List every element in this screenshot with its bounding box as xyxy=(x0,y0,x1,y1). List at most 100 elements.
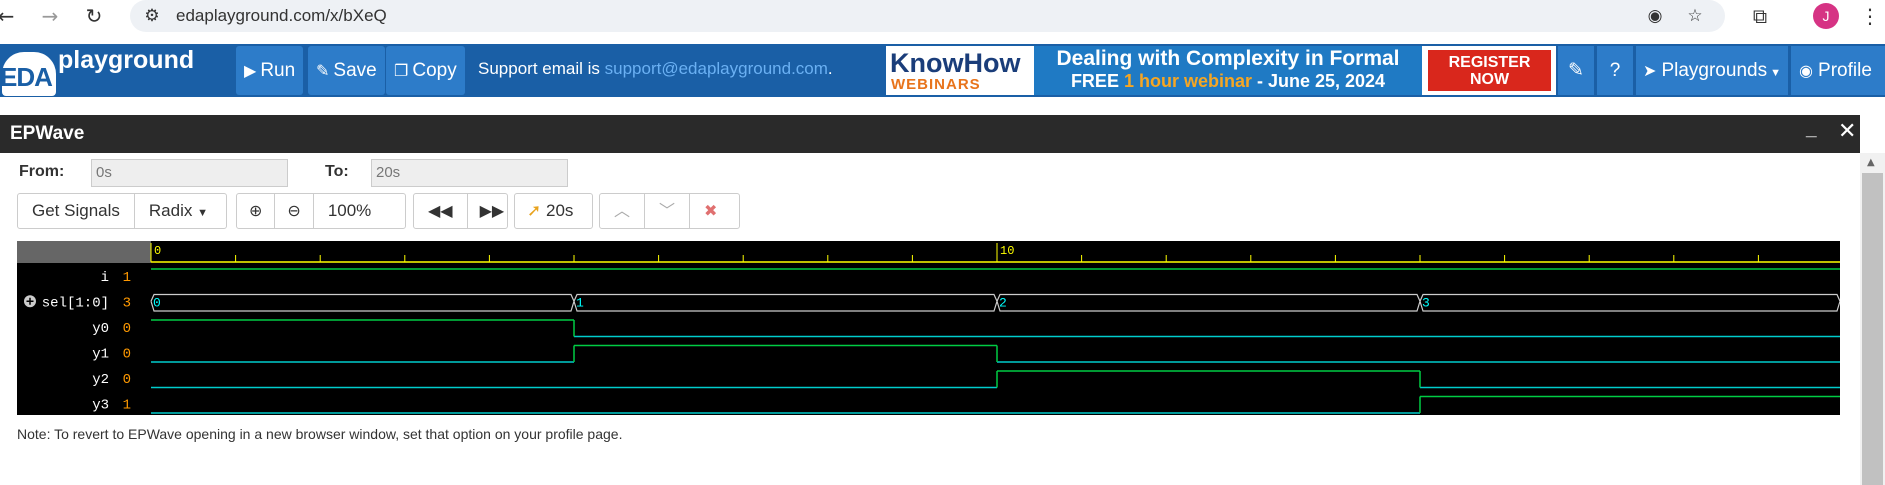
cursor-time-label: 20s xyxy=(545,201,574,220)
run-button[interactable]: ▶ Run xyxy=(236,46,304,95)
user-icon: ◉ xyxy=(1799,61,1819,80)
save-label: Save xyxy=(333,60,377,81)
zoom-group: ⊕ ⊖ 100% xyxy=(236,193,406,229)
scroll-up-icon[interactable]: ▲ xyxy=(1867,157,1875,168)
site-info-icon[interactable]: ⚙ xyxy=(142,6,162,26)
ad-line1: Dealing with Complexity in Formal xyxy=(1056,47,1400,70)
eda-logo[interactable]: EDA playground xyxy=(0,44,230,97)
help-icon[interactable]: ? xyxy=(1597,46,1633,95)
zoom-level[interactable]: 100% xyxy=(314,194,385,228)
save-button[interactable]: ✎ Save xyxy=(308,46,385,95)
signal-name: y3 xyxy=(92,397,109,413)
copy-label: Copy xyxy=(412,60,457,81)
signal-value: 0 xyxy=(123,321,131,337)
profile-dropdown[interactable]: ◉ Profile xyxy=(1791,46,1885,95)
signal-value: 0 xyxy=(123,346,131,362)
profile-label: Profile xyxy=(1818,60,1872,81)
scroll-thumb[interactable] xyxy=(1862,173,1883,485)
remove-signal-icon[interactable]: ✖ xyxy=(690,194,731,228)
ad-brand-sub: WEBINARS xyxy=(891,76,981,93)
cursor-arrow-icon: ➚ xyxy=(527,201,542,221)
playgrounds-dropdown[interactable]: ➤ Playgrounds ▼ xyxy=(1636,46,1788,95)
next-transition-icon[interactable]: ▶▶ xyxy=(468,194,517,228)
bus-value: 2 xyxy=(999,295,1007,310)
vertical-scrollbar[interactable]: ▲ xyxy=(1860,153,1885,485)
cursor-time-button[interactable]: ➚ 20s xyxy=(515,194,585,228)
ad-line2-suffix: - June 25, 2024 xyxy=(1251,71,1386,91)
back-icon[interactable]: ← xyxy=(0,4,18,28)
waveform-svg[interactable]: 0 10i 1sel[1:0] 3 0 1 2 3y0 0y1 0y2 0y3 1 xyxy=(17,241,1841,415)
eye-off-icon[interactable]: ◉ xyxy=(1645,6,1665,26)
url-text[interactable]: edaplayground.com/x/bXeQ xyxy=(176,6,387,26)
menu-kebab-icon[interactable]: ⋮ xyxy=(1858,4,1882,28)
support-suffix: . xyxy=(827,59,833,78)
ruler-label: 10 xyxy=(1000,244,1014,258)
epwave-title: EPWave xyxy=(10,123,85,144)
logo-eda-text: EDA xyxy=(0,62,53,92)
radix-label: Radix xyxy=(148,201,193,220)
run-label: Run xyxy=(260,60,296,81)
caret-down-icon: ▼ xyxy=(197,207,208,219)
bus-segment xyxy=(1419,293,1841,312)
extensions-icon[interactable]: ⧉ xyxy=(1748,4,1772,28)
from-input[interactable]: 0s xyxy=(91,159,288,187)
forward-icon[interactable]: → xyxy=(38,4,62,28)
ad-banner[interactable]: KnowHow WEBINARS Dealing with Complexity… xyxy=(886,46,1556,95)
close-icon[interactable]: ✕ xyxy=(1838,119,1856,144)
ad-cta-line1: REGISTER xyxy=(1448,54,1531,71)
to-label: To: xyxy=(325,163,349,180)
signal-name: y0 xyxy=(92,321,109,337)
logo-playground-text: playground xyxy=(58,46,195,74)
get-signals-button[interactable]: Get Signals xyxy=(18,194,135,228)
waveform-viewer[interactable]: 0 10 i 1 sel[1:0] 3 0 1 2 3 y0 0 y1 0 y2 0 y3 1 xyxy=(17,241,1841,415)
zoom-out-icon[interactable]: ⊖ xyxy=(275,194,314,228)
ad-line2-prefix: FREE xyxy=(1070,71,1124,91)
ad-line2: FREE 1 hour webinar - June 25, 2024 xyxy=(1034,71,1422,92)
signal-name: i xyxy=(101,270,109,286)
play-icon: ▶ xyxy=(244,61,257,80)
ad-line2-highlight: 1 hour webinar xyxy=(1123,71,1252,91)
signal-order-group: ︿ ﹀ ✖ xyxy=(599,193,740,229)
support-prefix: Support email is xyxy=(478,59,605,78)
signals-group: Get Signals Radix ▼ xyxy=(17,193,227,229)
address-bar[interactable]: ⚙ edaplayground.com/x/bXeQ ◉ ☆ xyxy=(130,0,1725,32)
to-input[interactable]: 20s xyxy=(371,159,568,187)
move-down-icon[interactable]: ﹀ xyxy=(645,194,691,228)
support-text: Support email is support@edaplayground.c… xyxy=(478,59,833,79)
browser-toolbar: ← → ↻ ⚙ edaplayground.com/x/bXeQ ◉ ☆ ⧉ J… xyxy=(0,0,1885,32)
rocket-icon: ➤ xyxy=(1642,61,1662,80)
bus-segment xyxy=(573,293,998,312)
eda-header: EDA playground ▶ Run ✎ Save ❐ Copy Support … xyxy=(0,44,1885,97)
support-email-link[interactable]: support@edaplayground.com xyxy=(605,59,828,78)
profile-avatar[interactable]: J xyxy=(1813,3,1839,29)
radix-dropdown[interactable]: Radix ▼ xyxy=(135,194,222,228)
ad-brand: KnowHow xyxy=(890,48,1021,78)
bus-value: 0 xyxy=(153,295,161,310)
signal-value: 1 xyxy=(123,397,131,413)
signal-name: sel[1:0] xyxy=(42,295,109,311)
epwave-titlebar: EPWave _ ✕ xyxy=(0,115,1860,153)
bookmark-star-icon[interactable]: ☆ xyxy=(1685,6,1705,26)
bus-segment xyxy=(996,293,1421,312)
revert-note: Note: To revert to EPWave opening in a n… xyxy=(17,426,623,442)
signal-value: 0 xyxy=(123,372,131,388)
from-label: From: xyxy=(19,163,65,180)
edit-icon[interactable]: ✎ xyxy=(1558,46,1594,95)
copy-button[interactable]: ❐ Copy xyxy=(386,46,465,95)
move-up-icon[interactable]: ︿ xyxy=(600,194,646,228)
zoom-in-icon[interactable]: ⊕ xyxy=(237,194,276,228)
cursor-group: ➚ 20s xyxy=(514,193,593,229)
caret-down-icon: ▼ xyxy=(1767,67,1782,79)
signal-name: y2 xyxy=(92,372,109,388)
ruler-label: 0 xyxy=(154,244,161,258)
bus-segment xyxy=(150,293,575,312)
reload-icon[interactable]: ↻ xyxy=(82,4,106,28)
ad-register-button[interactable]: REGISTER NOW xyxy=(1428,50,1551,91)
ad-message: Dealing with Complexity in Formal FREE 1… xyxy=(1034,46,1422,95)
signal-value: 1 xyxy=(123,270,131,286)
ad-cta-line2: NOW xyxy=(1469,71,1510,88)
prev-transition-icon[interactable]: ◀◀ xyxy=(414,194,468,228)
signal-name: y1 xyxy=(92,346,109,362)
minimize-icon[interactable]: _ xyxy=(1806,119,1817,141)
transition-group: ◀◀ ▶▶ xyxy=(413,193,508,229)
